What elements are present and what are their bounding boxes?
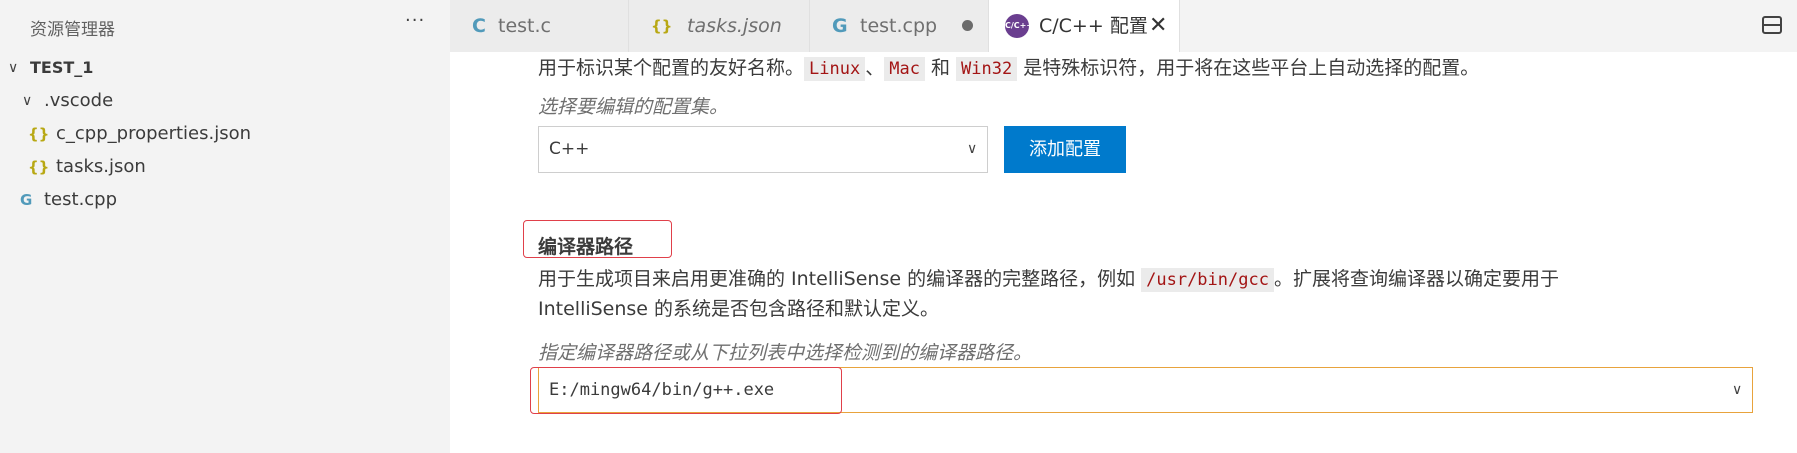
code-linux: Linux bbox=[804, 57, 866, 81]
more-actions-icon[interactable]: ··· bbox=[405, 10, 425, 31]
compiler-path-hint: 指定编译器路径或从下拉列表中选择检测到的编译器路径。 bbox=[538, 342, 1033, 364]
desc-text: 、 bbox=[865, 57, 885, 79]
config-name-description: 用于标识某个配置的友好名称。 Linux、 Mac 和 Win32 是特殊标识符，用… bbox=[538, 52, 1479, 85]
tab-test-cpp[interactable]: G test.cpp bbox=[810, 0, 989, 52]
cpp-file-icon: G bbox=[20, 191, 33, 209]
tab-label: tasks.json bbox=[687, 15, 782, 37]
tab-label: test.cpp bbox=[860, 15, 938, 37]
desc-text: 是特殊标识符，用于将在这些平台上自动选择的配置。 bbox=[1017, 57, 1480, 79]
tree-item-test-cpp[interactable]: G test.cpp bbox=[0, 184, 450, 216]
explorer-sidebar: 资源管理器 ··· ∨ TEST_1 ∨ .vscode {} c_cpp_pr… bbox=[0, 0, 450, 453]
cpp-file-icon: G bbox=[832, 15, 848, 37]
cpp-extension-icon: C/C++ bbox=[1005, 14, 1033, 38]
c-file-icon: C bbox=[472, 15, 486, 37]
desc-text: 用于标识某个配置的友好名称。 bbox=[538, 57, 805, 79]
compiler-path-description: 用于生成项目来启用更准确的 IntelliSense 的编译器的完整路径，例如 … bbox=[538, 264, 1559, 295]
chevron-down-icon: ∨ bbox=[22, 93, 33, 109]
unsaved-dot-icon[interactable] bbox=[962, 20, 973, 31]
tab-label: C/C++ 配置 bbox=[1039, 15, 1148, 37]
tree-item-vscode-folder[interactable]: ∨ .vscode bbox=[0, 85, 450, 117]
tree-item-label: test.cpp bbox=[44, 189, 118, 210]
tree-item-tasks-json[interactable]: {} tasks.json bbox=[0, 151, 450, 183]
compiler-path-description-line2: IntelliSense 的系统是否包含路径和默认定义。 bbox=[538, 298, 940, 320]
tree-item-label: c_cpp_properties.json bbox=[56, 123, 252, 144]
code-mac: Mac bbox=[884, 57, 925, 81]
tree-item-label: tasks.json bbox=[56, 156, 146, 177]
json-file-icon: {} bbox=[28, 158, 50, 176]
split-editor-icon[interactable] bbox=[1762, 16, 1782, 34]
tree-item-label: .vscode bbox=[44, 90, 114, 111]
desc-text: 。扩展将查询编译器以确定要用于 bbox=[1273, 268, 1559, 290]
chevron-down-icon[interactable]: ∨ bbox=[1732, 368, 1742, 412]
selected-config-value: C++ bbox=[549, 139, 590, 159]
config-select-dropdown[interactable]: C++ ∨ bbox=[538, 126, 988, 173]
select-config-hint: 选择要编辑的配置集。 bbox=[538, 96, 729, 118]
compiler-path-title: 编译器路径 bbox=[538, 236, 634, 258]
tab-tasks-json[interactable]: {} tasks.json bbox=[629, 0, 810, 52]
tree-item-c-cpp-properties[interactable]: {} c_cpp_properties.json bbox=[0, 118, 450, 150]
tab-cpp-config[interactable]: C/C++ C/C++ 配置 ✕ bbox=[989, 0, 1180, 52]
json-file-icon: {} bbox=[28, 125, 50, 143]
desc-text: 和 bbox=[924, 57, 957, 79]
tab-test-c[interactable]: C test.c bbox=[450, 0, 629, 52]
explorer-title: 资源管理器 bbox=[30, 20, 115, 40]
editor-tab-bar: C test.c {} tasks.json G test.cpp C/C++ … bbox=[450, 0, 1797, 52]
code-win32: Win32 bbox=[956, 57, 1018, 81]
highlight-box bbox=[530, 367, 842, 414]
tab-label: test.c bbox=[498, 15, 551, 37]
code-example-path: /usr/bin/gcc bbox=[1141, 268, 1274, 292]
chevron-down-icon: ∨ bbox=[967, 141, 978, 157]
chevron-down-icon: ∨ bbox=[8, 60, 19, 76]
tree-item-root-folder[interactable]: ∨ TEST_1 bbox=[0, 52, 450, 84]
tree-item-label: TEST_1 bbox=[30, 58, 94, 77]
add-config-button[interactable]: 添加配置 bbox=[1004, 126, 1126, 173]
json-file-icon: {} bbox=[651, 17, 673, 35]
desc-text: 用于生成项目来启用更准确的 IntelliSense 的编译器的完整路径，例如 bbox=[538, 268, 1142, 290]
close-icon[interactable]: ✕ bbox=[1149, 0, 1167, 52]
